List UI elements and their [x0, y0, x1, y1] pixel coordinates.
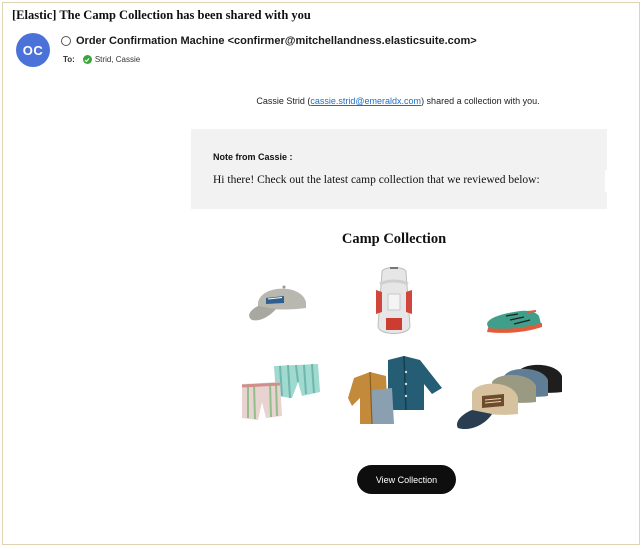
note-title: Note from Cassie : [213, 152, 293, 162]
product-grey-cap[interactable] [244, 278, 312, 324]
shorts-icon [241, 363, 320, 420]
trucker-caps-icon [456, 364, 562, 430]
product-shoe[interactable] [484, 306, 544, 336]
jacket-icon [348, 355, 442, 425]
email-frame [2, 2, 640, 545]
backpack-icon [376, 267, 412, 334]
shoe-icon [487, 310, 542, 333]
product-backpack[interactable] [368, 264, 420, 340]
product-trucker-caps[interactable] [452, 362, 564, 434]
collection-title: Camp Collection [341, 231, 447, 247]
recipient-name: Strid, Cassie [94, 55, 141, 64]
share-message: Cassie Strid (cassie.strid@emeraldx.com)… [0, 96, 644, 106]
sender-line: Order Confirmation Machine <confirmer@mi… [61, 35, 477, 47]
share-suffix: ) shared a collection with you. [421, 96, 540, 106]
check-icon [82, 55, 92, 64]
note-scroll-edge [605, 170, 611, 192]
product-shorts[interactable] [240, 362, 322, 422]
sender-avatar: OC [16, 33, 50, 67]
view-collection-button[interactable]: View Collection [357, 465, 456, 494]
to-row: To: Strid, Cassie [63, 55, 140, 64]
to-label: To: [63, 55, 75, 64]
email-subject: [Elastic] The Camp Collection has been s… [12, 8, 311, 22]
cap-icon [249, 285, 306, 321]
product-jackets[interactable] [348, 354, 444, 430]
radio-icon[interactable] [61, 36, 71, 46]
sharer-name: Cassie Strid ( [256, 96, 311, 106]
note-box: Note from Cassie : Hi there! Check out t… [191, 129, 611, 209]
sender-address[interactable]: Order Confirmation Machine <confirmer@mi… [76, 35, 477, 47]
note-text: Hi there! Check out the latest camp coll… [213, 174, 540, 186]
sharer-email-link[interactable]: cassie.strid@emeraldx.com [310, 96, 421, 106]
recipient[interactable]: Strid, Cassie [82, 55, 141, 64]
